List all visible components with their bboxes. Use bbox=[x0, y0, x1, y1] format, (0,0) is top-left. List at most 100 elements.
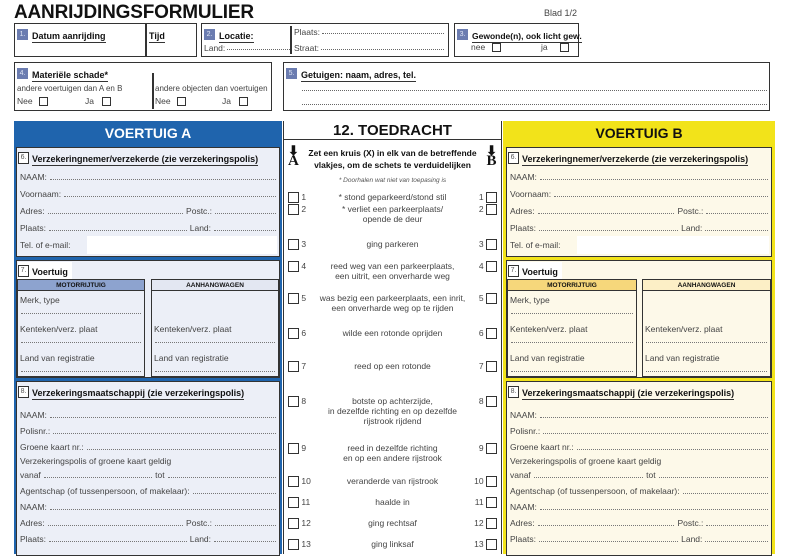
naam-label: NAAM: bbox=[510, 410, 537, 420]
checkbox-a[interactable] bbox=[288, 476, 299, 488]
witness-line-1[interactable] bbox=[302, 90, 767, 91]
adres-field[interactable]: Adres: Postc.: bbox=[20, 514, 276, 528]
plaats-field[interactable]: Plaats: bbox=[294, 27, 444, 37]
groene-kaart-field[interactable]: Groene kaart nr.: bbox=[510, 438, 768, 452]
naam-field[interactable]: NAAM: bbox=[510, 406, 768, 420]
vehicles-nee-checkbox[interactable] bbox=[38, 97, 48, 107]
circumstance-text: ging parkeren bbox=[366, 239, 419, 249]
item-number: 5 bbox=[301, 293, 307, 303]
voornaam-label: Voornaam: bbox=[20, 189, 62, 199]
time-input[interactable] bbox=[149, 42, 193, 54]
item-number: 5 bbox=[478, 293, 484, 303]
checkbox-b[interactable] bbox=[486, 539, 497, 551]
groene-kaart-field[interactable]: Groene kaart nr.: bbox=[20, 438, 276, 452]
naam-field[interactable]: NAAM: bbox=[20, 406, 276, 420]
checkbox-a[interactable] bbox=[288, 204, 299, 216]
plaats-field[interactable]: Plaats: Land: bbox=[510, 530, 768, 544]
kenteken-input[interactable] bbox=[21, 342, 141, 343]
objects-nee-checkbox[interactable] bbox=[176, 97, 186, 107]
plaats-field[interactable]: Plaats: Land: bbox=[20, 530, 276, 544]
voornaam-field[interactable]: Voornaam: bbox=[20, 185, 276, 199]
checkbox-b[interactable] bbox=[486, 293, 497, 305]
kenteken-input[interactable] bbox=[155, 342, 275, 343]
tel-input[interactable] bbox=[577, 236, 769, 254]
section-number: 8. bbox=[18, 385, 29, 398]
checkbox-b[interactable] bbox=[486, 361, 497, 373]
instruction-line-1: Zet een kruis (X) in elk van de betreffe… bbox=[308, 148, 477, 158]
checkbox-a[interactable] bbox=[288, 396, 299, 408]
checkbox-a[interactable] bbox=[288, 192, 299, 204]
adres-field[interactable]: Adres: Postc.: bbox=[20, 202, 276, 216]
registration-input[interactable] bbox=[155, 371, 275, 372]
trailer-column: AANHANGWAGEN Kenteken/verz. plaat Land v… bbox=[151, 279, 279, 377]
naam-label: NAAM: bbox=[20, 172, 47, 182]
instruction-line-2: vlakjes, om de schets te verduidelijken bbox=[314, 160, 471, 170]
checkbox-b[interactable] bbox=[486, 497, 497, 509]
polis-field[interactable]: Polisnr.: bbox=[510, 422, 768, 436]
checkbox-b[interactable] bbox=[486, 476, 497, 488]
item-number: 13 bbox=[301, 539, 311, 549]
kenteken-input[interactable] bbox=[646, 342, 767, 343]
vehicle-a-vehicle: 7. Voertuig MOTORRIJTUIG Merk, type Kente… bbox=[16, 260, 280, 378]
checkbox-b[interactable] bbox=[486, 261, 497, 273]
polis-field[interactable]: Polisnr.: bbox=[20, 422, 276, 436]
kenteken-input[interactable] bbox=[511, 342, 633, 343]
registration-input[interactable] bbox=[21, 371, 141, 372]
validity-field[interactable]: vanaf tot bbox=[20, 466, 276, 480]
registration-input[interactable] bbox=[646, 371, 767, 372]
agent-field[interactable]: Agentschap (of tussenpersoon, of makelaa… bbox=[510, 482, 768, 496]
vehicle-b-policyholder: 6. Verzekeringnemer/verzekerde (zie verze… bbox=[506, 147, 772, 257]
checkbox-a[interactable] bbox=[288, 261, 299, 273]
tel-input[interactable] bbox=[87, 236, 277, 254]
injured-nee-checkbox[interactable] bbox=[491, 43, 501, 53]
checkbox-b[interactable] bbox=[486, 518, 497, 530]
motor-vehicle-column: MOTORRIJTUIG Merk, type Kenteken/verz. p… bbox=[17, 279, 145, 377]
naam-field[interactable]: NAAM: bbox=[510, 168, 768, 182]
adres-field[interactable]: Adres: Postc.: bbox=[510, 202, 768, 216]
naam-label: NAAM: bbox=[20, 410, 47, 420]
kenteken-label: Kenteken/verz. plaat bbox=[510, 324, 588, 334]
tel-label: Tel. of e-mail: bbox=[510, 240, 561, 250]
item-number: 12 bbox=[474, 518, 484, 528]
insurer-label: Verzekeringsmaatschappij (zie verzekerin… bbox=[522, 388, 735, 400]
checkbox-b[interactable] bbox=[486, 192, 497, 204]
adres-field[interactable]: Adres: Postc.: bbox=[510, 514, 768, 528]
checkbox-a[interactable] bbox=[288, 443, 299, 455]
checkbox-b[interactable] bbox=[486, 239, 497, 251]
validity-field[interactable]: vanaf tot bbox=[510, 466, 768, 480]
checkbox-b[interactable] bbox=[486, 443, 497, 455]
agent-naam-field[interactable]: NAAM: bbox=[510, 498, 768, 512]
postc-label: Postc.: bbox=[677, 518, 704, 528]
plaats-field[interactable]: Plaats: Land: bbox=[510, 219, 768, 233]
injured-ja-checkbox[interactable] bbox=[560, 43, 569, 53]
voornaam-field[interactable]: Voornaam: bbox=[510, 185, 768, 199]
land-field[interactable]: Land: bbox=[204, 43, 290, 53]
straat-field[interactable]: Straat: bbox=[294, 43, 444, 53]
checkbox-b[interactable] bbox=[486, 204, 497, 216]
trailer-column: AANHANGWAGEN Kenteken/verz. plaat Land v… bbox=[642, 279, 771, 377]
agent-field[interactable]: Agentschap (of tussenpersoon, of makelaa… bbox=[20, 482, 276, 496]
registration-input[interactable] bbox=[511, 371, 633, 372]
checkbox-a[interactable] bbox=[288, 328, 299, 340]
checkbox-b[interactable] bbox=[486, 396, 497, 408]
agent-naam-field[interactable]: NAAM: bbox=[20, 498, 276, 512]
vehicles-ja-checkbox[interactable] bbox=[102, 97, 112, 107]
vehicle-b-insurer: 8. Verzekeringsmaatschappij (zie verzeker… bbox=[506, 381, 772, 556]
checkbox-b[interactable] bbox=[486, 328, 497, 340]
item-number: 7 bbox=[478, 361, 484, 371]
checkbox-a[interactable] bbox=[288, 293, 299, 305]
merk-input[interactable] bbox=[21, 313, 141, 314]
witness-line-2[interactable] bbox=[302, 104, 767, 105]
checkbox-a[interactable] bbox=[288, 497, 299, 509]
item-number: 8 bbox=[478, 396, 484, 406]
checkbox-a[interactable] bbox=[288, 539, 299, 551]
item-number: 9 bbox=[478, 443, 484, 453]
date-input[interactable] bbox=[17, 42, 143, 54]
checkbox-a[interactable] bbox=[288, 361, 299, 373]
plaats-field[interactable]: Plaats: Land: bbox=[20, 219, 276, 233]
checkbox-a[interactable] bbox=[288, 239, 299, 251]
merk-input[interactable] bbox=[511, 313, 633, 314]
objects-ja-checkbox[interactable] bbox=[239, 97, 249, 107]
checkbox-a[interactable] bbox=[288, 518, 299, 530]
naam-field[interactable]: NAAM: bbox=[20, 168, 276, 182]
